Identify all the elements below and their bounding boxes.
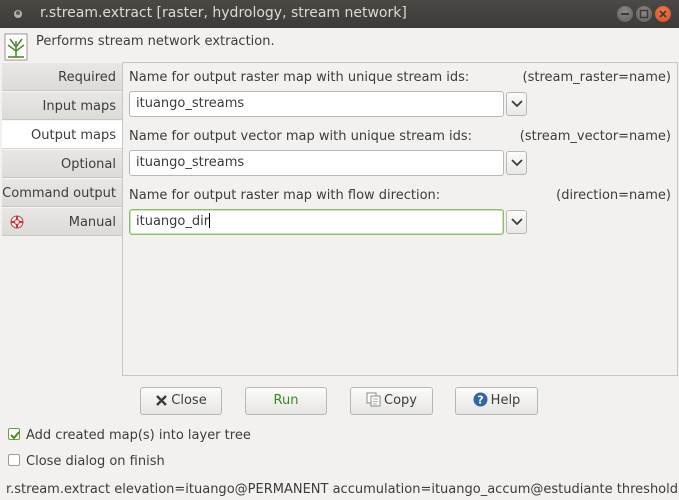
tab-label: Input maps (42, 99, 116, 114)
window-title: r.stream.extract [raster, hydrology, str… (40, 5, 407, 21)
output-maps-panel: Name for output raster map with unique s… (122, 62, 678, 376)
close-on-finish-checkbox[interactable] (8, 454, 20, 466)
stream-vector-dropdown-button[interactable] (506, 151, 527, 175)
add-layers-checkbox-row[interactable]: Add created map(s) into layer tree (8, 428, 251, 443)
title-bar[interactable]: r.stream.extract [raster, hydrology, str… (0, 0, 679, 28)
field-label-direction: Name for output raster map with flow dir… (129, 188, 441, 203)
tab-command-output[interactable]: Command output (2, 178, 122, 207)
copy-icon (366, 392, 381, 407)
tab-label: Command output (2, 186, 116, 201)
stream-vector-input[interactable]: ituango_streams (129, 150, 504, 176)
checkbox-label: Add created map(s) into layer tree (26, 428, 251, 443)
run-button[interactable]: Run (245, 387, 327, 415)
chevron-down-icon (511, 218, 523, 226)
button-label: Close (171, 393, 207, 408)
button-label: Help (490, 393, 521, 408)
svg-text:?: ? (477, 394, 483, 407)
command-preview-statusbar: r.stream.extract elevation=ituango@PERMA… (6, 482, 679, 497)
dialog-body: Performs stream network extraction. Requ… (0, 28, 679, 500)
tab-label: Required (58, 70, 116, 85)
field-label-stream-raster: Name for output raster map with unique s… (129, 70, 470, 85)
button-label: Copy (384, 393, 417, 408)
direction-dropdown-button[interactable] (506, 210, 527, 234)
input-value: ituango_streams (136, 155, 245, 170)
close-button[interactable]: Close (140, 387, 222, 415)
grass-app-icon (14, 10, 22, 18)
tab-label: Optional (61, 157, 116, 172)
copy-button[interactable]: Copy (350, 387, 433, 415)
param-stream-vector: (stream_vector=name) (519, 129, 671, 144)
help-icon: ? (473, 392, 488, 407)
close-icon (659, 10, 667, 18)
field-label-stream-vector: Name for output vector map with unique s… (129, 129, 473, 144)
param-stream-raster: (stream_raster=name) (522, 70, 671, 85)
tab-optional[interactable]: Optional (2, 149, 122, 178)
direction-input[interactable]: ituango_dir (129, 209, 504, 235)
tab-label: Manual (68, 215, 116, 230)
maximize-button[interactable] (636, 6, 652, 22)
help-button[interactable]: ? Help (455, 387, 538, 415)
input-value: ituango_dir (136, 214, 210, 229)
stream-raster-input[interactable]: ituango_streams (129, 91, 504, 117)
close-on-finish-checkbox-row[interactable]: Close dialog on finish (8, 454, 165, 469)
tab-manual[interactable]: Manual (2, 207, 122, 236)
checkbox-label: Close dialog on finish (26, 454, 165, 469)
tab-input-maps[interactable]: Input maps (2, 91, 122, 120)
param-direction: (direction=name) (556, 188, 671, 203)
chevron-down-icon (511, 159, 523, 167)
tab-required[interactable]: Required (2, 62, 122, 91)
close-window-button[interactable] (655, 6, 671, 22)
tab-label: Output maps (31, 128, 116, 143)
button-label: Run (273, 393, 299, 408)
minimize-button[interactable] (617, 6, 633, 22)
maximize-icon (639, 9, 649, 19)
checkmark-icon (10, 431, 20, 440)
lifebuoy-icon (10, 215, 24, 229)
grass-logo-icon (4, 33, 28, 61)
text-caret (209, 213, 211, 228)
stream-raster-dropdown-button[interactable] (506, 92, 527, 116)
tab-output-maps[interactable]: Output maps (2, 120, 122, 149)
add-layers-checkbox[interactable] (8, 428, 20, 440)
minimize-icon (621, 13, 629, 15)
input-value: ituango_streams (136, 96, 245, 111)
chevron-down-icon (511, 100, 523, 108)
module-description: Performs stream network extraction. (36, 34, 275, 49)
close-x-icon (156, 395, 168, 406)
